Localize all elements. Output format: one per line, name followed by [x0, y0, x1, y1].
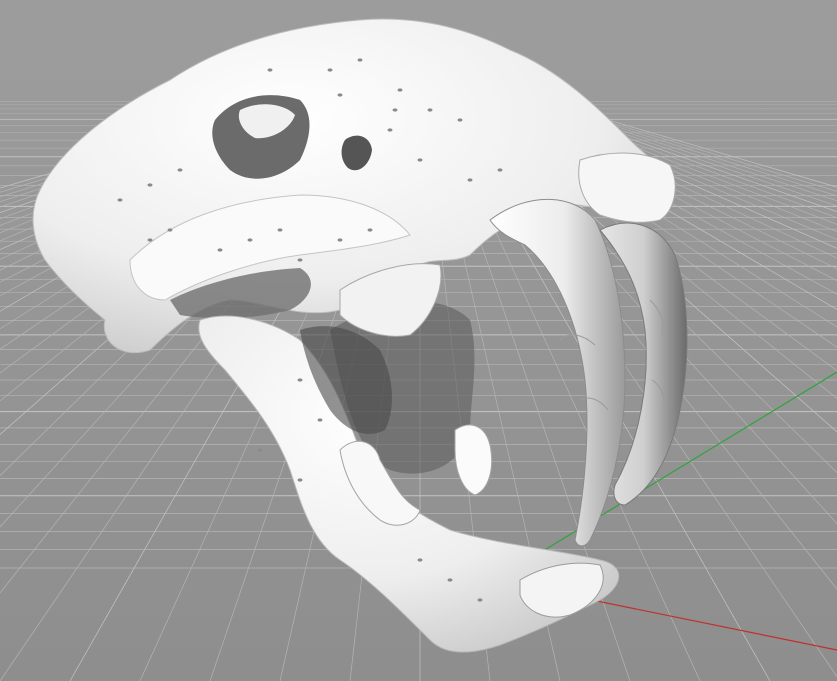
texture-pit: [467, 178, 473, 182]
texture-pit: [297, 378, 303, 382]
texture-pit: [247, 238, 253, 242]
texture-pit: [277, 228, 283, 232]
texture-pit: [297, 258, 303, 262]
texture-pit: [447, 578, 453, 582]
texture-pit: [417, 158, 423, 162]
texture-pit: [297, 478, 303, 482]
texture-pit: [147, 238, 153, 242]
texture-pit: [337, 93, 343, 97]
scene-canvas[interactable]: [0, 0, 837, 681]
texture-pit: [327, 68, 333, 72]
texture-pit: [117, 198, 123, 202]
texture-pit: [337, 238, 343, 242]
texture-pit: [477, 598, 483, 602]
texture-pit: [357, 58, 363, 62]
texture-pit: [367, 228, 373, 232]
texture-pit: [167, 228, 173, 232]
texture-pit: [387, 128, 393, 132]
texture-pit: [397, 88, 403, 92]
texture-pit: [392, 108, 398, 112]
texture-pit: [177, 168, 183, 172]
texture-pit: [217, 248, 223, 252]
texture-pit: [257, 448, 263, 452]
texture-pit: [457, 118, 463, 122]
texture-pit: [427, 108, 433, 112]
texture-pit: [497, 168, 503, 172]
texture-pit: [267, 68, 273, 72]
3d-viewport[interactable]: [0, 0, 837, 681]
texture-pit: [147, 183, 153, 187]
texture-pit: [417, 558, 423, 562]
texture-pit: [317, 418, 323, 422]
